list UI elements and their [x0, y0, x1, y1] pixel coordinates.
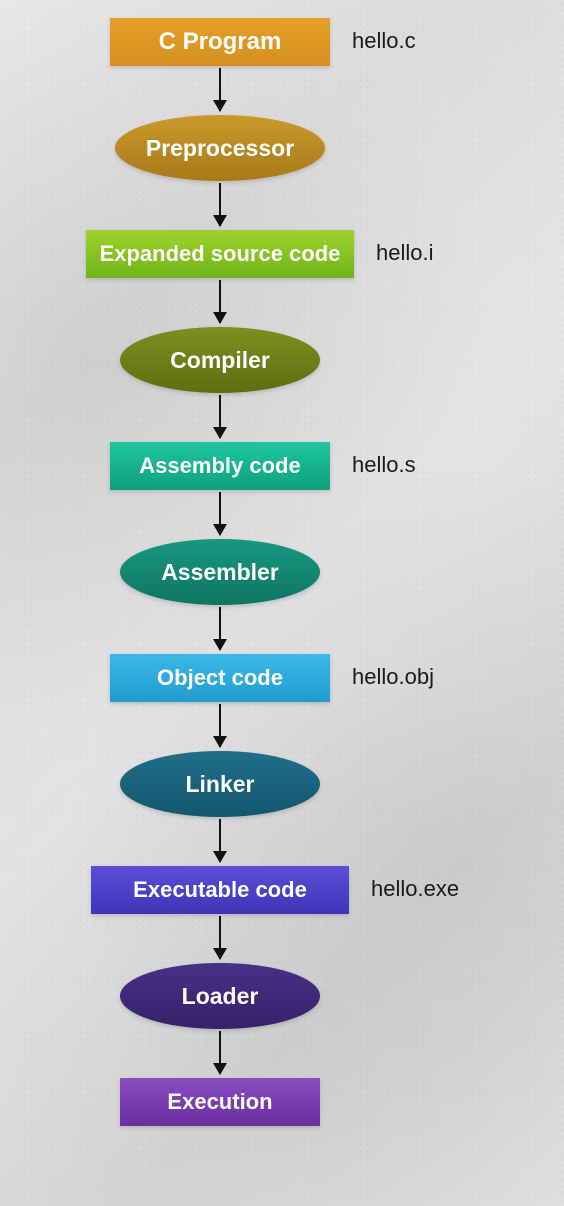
node-n3: Compiler	[120, 327, 320, 393]
node-label: Executable code	[133, 877, 307, 903]
annotation-n8: hello.exe	[371, 876, 459, 902]
arrow-n0-n1	[219, 68, 221, 111]
node-n2: Expanded source code	[86, 230, 354, 278]
node-label: Execution	[167, 1089, 272, 1115]
compilation-flow-diagram: C Program hello.c Preprocessor Expanded sou…	[0, 0, 564, 1206]
node-label: Assembler	[161, 559, 279, 586]
node-n5: Assembler	[120, 539, 320, 605]
node-label: Object code	[157, 665, 283, 691]
arrow-n5-n6	[219, 607, 221, 650]
arrow-n7-n8	[219, 819, 221, 862]
node-label: Assembly code	[139, 453, 300, 479]
node-n1: Preprocessor	[115, 115, 325, 181]
node-n6: Object code	[110, 654, 330, 702]
annotation-n0: hello.c	[352, 28, 416, 54]
annotation-n2: hello.i	[376, 240, 433, 266]
annotation-n4: hello.s	[352, 452, 416, 478]
node-n7: Linker	[120, 751, 320, 817]
node-label: Preprocessor	[146, 135, 294, 162]
arrow-n4-n5	[219, 492, 221, 535]
annotation-n6: hello.obj	[352, 664, 434, 690]
node-n8: Executable code	[91, 866, 349, 914]
arrow-n6-n7	[219, 704, 221, 747]
node-label: Loader	[182, 983, 259, 1010]
node-label: Linker	[185, 771, 254, 798]
node-n4: Assembly code	[110, 442, 330, 490]
node-n0: C Program	[110, 18, 330, 66]
node-n10: Execution	[120, 1078, 320, 1126]
arrow-n1-n2	[219, 183, 221, 226]
arrow-n8-n9	[219, 916, 221, 959]
arrow-n2-n3	[219, 280, 221, 323]
arrow-n9-n10	[219, 1031, 221, 1074]
node-n9: Loader	[120, 963, 320, 1029]
arrow-n3-n4	[219, 395, 221, 438]
node-label: C Program	[159, 28, 282, 56]
node-label: Compiler	[170, 347, 270, 374]
node-label: Expanded source code	[100, 241, 341, 267]
